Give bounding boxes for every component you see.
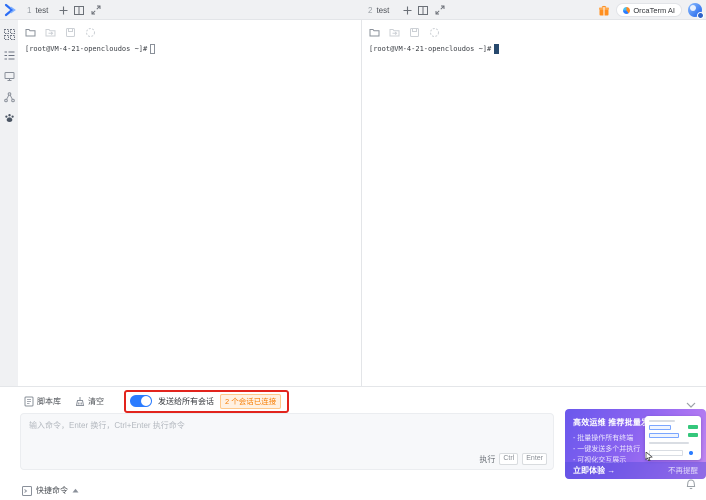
share-nodes-icon[interactable] bbox=[3, 91, 15, 103]
tab-session-2[interactable]: 2 test bbox=[368, 0, 389, 20]
promo-cta-link[interactable]: 立即体验 → bbox=[573, 465, 615, 476]
gift-icon[interactable] bbox=[598, 4, 610, 16]
script-library-button[interactable]: 脚本库 bbox=[24, 396, 61, 407]
avatar-decoration bbox=[690, 5, 696, 11]
promo-banner[interactable]: 高效运维 推荐批量发送命令 - 批量操作所有终端 - 一键发送多个并执行 - 可… bbox=[565, 409, 706, 479]
send-all-label: 发送给所有会话 bbox=[158, 396, 214, 407]
folder-transfer-icon[interactable] bbox=[45, 25, 56, 36]
execute-label[interactable]: 执行 bbox=[479, 454, 495, 465]
user-avatar[interactable] bbox=[688, 3, 702, 17]
folder-transfer-icon[interactable] bbox=[389, 25, 400, 36]
command-panel: 脚本库 清空 发送给所有会话 2 个会话已连接 bbox=[0, 386, 706, 500]
send-all-toggle[interactable] bbox=[130, 395, 152, 407]
tab-label: test bbox=[35, 6, 48, 15]
split-view-button[interactable] bbox=[417, 4, 429, 16]
pane-toolbar bbox=[25, 25, 96, 36]
shell-prompt: [root@VM-4-21-opencloudos ~]# bbox=[25, 45, 147, 53]
fullscreen-button[interactable] bbox=[90, 4, 102, 16]
sessions-connected-badge: 2 个会话已连接 bbox=[220, 394, 281, 409]
clear-broom-icon bbox=[75, 396, 85, 407]
execute-row: 执行 Ctrl Enter bbox=[479, 453, 547, 465]
ctrl-key-badge: Ctrl bbox=[499, 453, 518, 465]
caret-up-icon bbox=[72, 488, 79, 493]
split-view-button[interactable] bbox=[73, 4, 85, 16]
host-monitor-icon[interactable] bbox=[3, 70, 15, 82]
main-area: [root@VM-4-21-opencloudos ~]# bbox=[0, 20, 706, 386]
save-session-icon[interactable] bbox=[409, 25, 420, 36]
history-icon[interactable] bbox=[429, 25, 440, 36]
promo-dismiss-link[interactable]: 不再提醒 bbox=[668, 465, 698, 476]
tab-label: test bbox=[376, 6, 389, 15]
quick-commands-toggle[interactable]: 快捷命令 bbox=[22, 485, 79, 496]
enter-key-badge: Enter bbox=[522, 453, 547, 465]
tab-session-1[interactable]: 1 test bbox=[27, 0, 48, 20]
avatar-badge bbox=[697, 12, 704, 19]
fullscreen-button[interactable] bbox=[434, 4, 446, 16]
terminal-pane-1[interactable]: [root@VM-4-21-opencloudos ~]# bbox=[18, 20, 360, 386]
top-bar: 1 test 2 test bbox=[0, 0, 706, 20]
orcaterm-ai-logo-icon bbox=[623, 7, 630, 14]
bell-icon[interactable] bbox=[686, 477, 696, 495]
terminal-cursor bbox=[494, 44, 499, 54]
pane-toolbar bbox=[369, 25, 440, 36]
topbar-right-cluster: OrcaTerm AI bbox=[598, 2, 702, 18]
app-logo-icon bbox=[4, 3, 18, 17]
left-sidebar bbox=[0, 20, 18, 386]
promo-bullet: - 一键发送多个并执行 bbox=[573, 444, 640, 454]
session-list-icon[interactable] bbox=[3, 49, 15, 61]
promo-screenshot-preview bbox=[645, 416, 701, 460]
folder-icon[interactable] bbox=[369, 25, 380, 36]
terminal-cursor bbox=[150, 44, 155, 54]
terminal-line: [root@VM-4-21-opencloudos ~]# bbox=[25, 44, 155, 54]
script-library-icon bbox=[24, 396, 34, 407]
paw-icon[interactable] bbox=[3, 112, 15, 124]
orcaterm-ai-label: OrcaTerm AI bbox=[633, 6, 675, 15]
apps-grid-icon[interactable] bbox=[3, 28, 15, 40]
command-input-box: 执行 Ctrl Enter bbox=[20, 413, 554, 470]
tab-number: 1 bbox=[27, 6, 31, 15]
script-library-label: 脚本库 bbox=[37, 396, 61, 407]
clear-button[interactable]: 清空 bbox=[75, 396, 104, 407]
save-session-icon[interactable] bbox=[65, 25, 76, 36]
promo-bullet: - 批量操作所有终端 bbox=[573, 433, 633, 443]
command-input[interactable] bbox=[21, 414, 553, 452]
history-icon[interactable] bbox=[85, 25, 96, 36]
terminal-icon bbox=[22, 486, 32, 496]
promo-footer: 立即体验 → 不再提醒 bbox=[565, 462, 706, 479]
new-tab-button[interactable] bbox=[57, 4, 69, 16]
quick-commands-label: 快捷命令 bbox=[36, 485, 68, 496]
command-panel-toolbar: 脚本库 清空 发送给所有会话 2 个会话已连接 bbox=[24, 392, 289, 410]
tab-number: 2 bbox=[368, 6, 372, 15]
folder-icon[interactable] bbox=[25, 25, 36, 36]
orcaterm-ai-button[interactable]: OrcaTerm AI bbox=[616, 3, 682, 17]
terminal-pane-2[interactable]: [root@VM-4-21-opencloudos ~]# bbox=[361, 20, 706, 386]
orcaterm-app: 1 test 2 test bbox=[0, 0, 706, 500]
terminal-line: [root@VM-4-21-opencloudos ~]# bbox=[369, 44, 499, 54]
new-tab-button[interactable] bbox=[401, 4, 413, 16]
shell-prompt: [root@VM-4-21-opencloudos ~]# bbox=[369, 45, 491, 53]
send-all-highlight-group: 发送给所有会话 2 个会话已连接 bbox=[124, 390, 289, 413]
toggle-knob bbox=[141, 396, 151, 406]
clear-label: 清空 bbox=[88, 396, 104, 407]
